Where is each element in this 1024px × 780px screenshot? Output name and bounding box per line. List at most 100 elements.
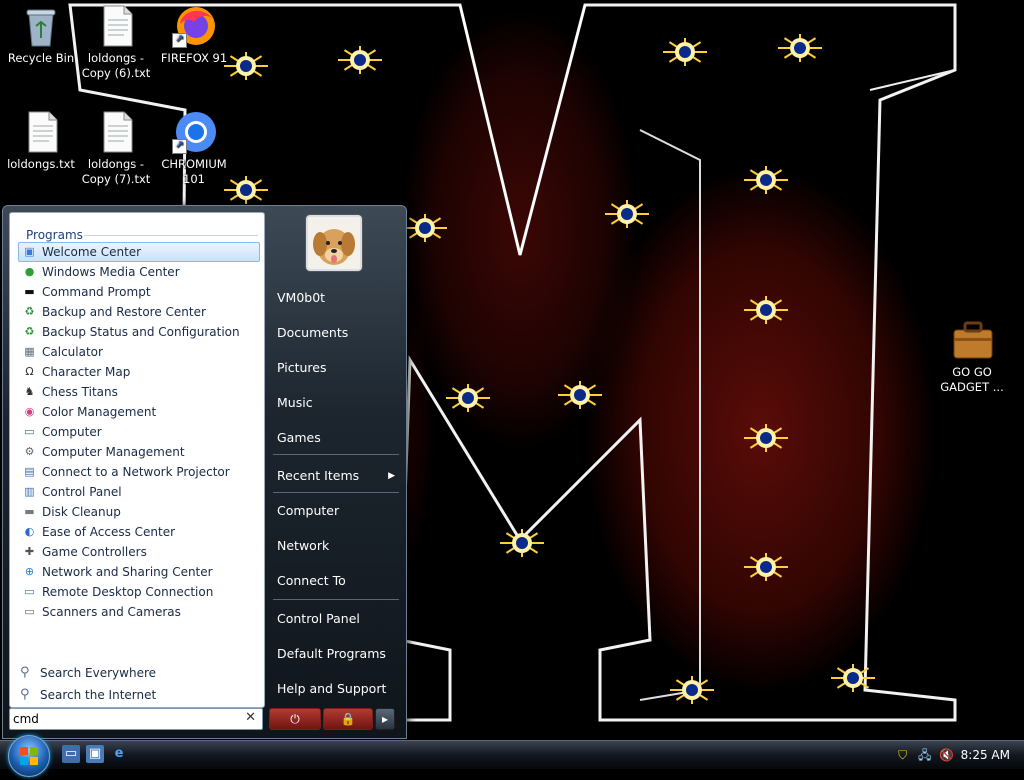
lock-button[interactable]: 🔒	[323, 708, 373, 730]
desktop-icon-text-file[interactable]: loldongs - Copy (7).txt	[75, 110, 157, 187]
power-options-button[interactable]: ▸	[375, 708, 395, 730]
start-search-input[interactable]	[13, 711, 233, 727]
notification-area: ⛉ 🖧 🔇 8:25 AM	[884, 741, 1024, 769]
network-link[interactable]: Network	[269, 530, 401, 562]
start-search-box[interactable]: ✕	[9, 708, 263, 730]
computer-icon: ▭	[24, 425, 35, 438]
computer-link[interactable]: Computer	[269, 495, 401, 527]
program-item[interactable]: ♻ Backup Status and Configuration	[18, 322, 260, 342]
program-item[interactable]: ● Windows Media Center	[18, 262, 260, 282]
program-item[interactable]: ♻ Backup and Restore Center	[18, 302, 260, 322]
program-item[interactable]: ✚ Game Controllers	[18, 542, 260, 562]
network-icon[interactable]: 🖧	[917, 747, 933, 763]
control-panel-link[interactable]: Control Panel	[269, 603, 401, 635]
network-projector-icon: ▤	[24, 465, 35, 478]
program-label: Game Controllers	[42, 545, 147, 559]
desktop-icon-recycle-bin[interactable]: Recycle Bin	[0, 4, 82, 66]
character-map-icon: Ω	[25, 365, 34, 378]
program-item[interactable]: ◐ Ease of Access Center	[18, 522, 260, 542]
chromium-icon: ↗	[172, 110, 216, 154]
program-item[interactable]: ♞ Chess Titans	[18, 382, 260, 402]
internet-explorer-icon[interactable]: e	[110, 745, 128, 763]
search-icon: ⚲	[20, 687, 30, 702]
control-panel-label: Control Panel	[277, 611, 360, 626]
remote-desktop-icon: ▭	[24, 585, 35, 598]
program-item[interactable]: ▦ Calculator	[18, 342, 260, 362]
program-label: Color Management	[42, 405, 157, 419]
program-item[interactable]: ▣ Welcome Center	[18, 242, 260, 262]
network-sharing-icon: ⊕	[24, 565, 35, 578]
program-item[interactable]: ▭ Computer	[18, 422, 260, 442]
quick-launch: ▭ ▣ e	[62, 745, 128, 765]
program-label: Backup and Restore Center	[42, 305, 206, 319]
program-item[interactable]: ▥ Control Panel	[18, 482, 260, 502]
programs-header: Programs	[26, 228, 83, 242]
desktop-icon-text-file[interactable]: loldongs.txt	[0, 110, 82, 172]
program-label: Ease of Access Center	[42, 525, 176, 539]
program-item[interactable]: ▬ Command Prompt	[18, 282, 260, 302]
text-file-icon	[19, 110, 63, 154]
calculator-icon: ▦	[24, 345, 35, 358]
color-management-icon: ◉	[24, 405, 35, 418]
volume-muted-icon[interactable]: 🔇	[939, 747, 955, 763]
start-button[interactable]	[8, 735, 50, 777]
windows-update-icon[interactable]: ⛉	[895, 747, 911, 763]
program-label: Control Panel	[42, 485, 122, 499]
show-desktop-icon[interactable]: ▭	[62, 745, 80, 763]
program-item[interactable]: ▭ Scanners and Cameras	[18, 602, 260, 622]
starburst	[744, 553, 788, 581]
program-item[interactable]: ⊕ Network and Sharing Center	[18, 562, 260, 582]
power-controls: ⏻ 🔒 ▸	[269, 708, 395, 730]
divider	[273, 454, 399, 455]
user-folder-link[interactable]: VM0b0t	[269, 282, 401, 314]
games-link[interactable]: Games	[269, 422, 401, 454]
clock[interactable]: 8:25 AM	[961, 748, 1010, 762]
program-item[interactable]: ◉ Color Management	[18, 402, 260, 422]
help-support-link[interactable]: Help and Support	[269, 673, 401, 705]
program-item[interactable]: ▭ Remote Desktop Connection	[18, 582, 260, 602]
pictures-link[interactable]: Pictures	[269, 352, 401, 384]
games-label: Games	[277, 430, 321, 445]
desktop-icon-gadget[interactable]: GO GO GADGET ...	[931, 318, 1013, 395]
starburst	[446, 384, 490, 412]
taskbar: ▭ ▣ e ⛉ 🖧 🔇 8:25 AM	[0, 735, 1024, 777]
user-avatar[interactable]	[306, 215, 362, 271]
desktop-icon-text-file[interactable]: loldongs - Copy (6).txt	[75, 4, 157, 81]
pictures-label: Pictures	[277, 360, 327, 375]
search-everywhere-link[interactable]: ⚲ Search Everywhere	[20, 662, 156, 684]
program-item[interactable]: ⚙ Computer Management	[18, 442, 260, 462]
starburst	[744, 166, 788, 194]
program-list: ▣ Welcome Center ● Windows Media Center ▬ Com…	[18, 242, 260, 622]
desktop-icon-chromium[interactable]: ↗ CHROMIUM 101	[153, 110, 235, 187]
program-item[interactable]: ▤ Connect to a Network Projector	[18, 462, 260, 482]
music-label: Music	[277, 395, 313, 410]
switch-windows-icon[interactable]: ▣	[86, 745, 104, 763]
desktop-icon-label: loldongs.txt	[7, 157, 75, 171]
network-label: Network	[277, 538, 330, 553]
connect-to-link[interactable]: Connect To	[269, 565, 401, 597]
desktop-icon-firefox[interactable]: ↗ FIREFOX 91	[153, 4, 235, 66]
recent-items-label: Recent Items	[277, 468, 360, 483]
search-link-label: Search the Internet	[40, 688, 157, 702]
control-panel-icon: ▥	[24, 485, 35, 498]
program-label: Command Prompt	[42, 285, 151, 299]
divider	[84, 235, 258, 236]
program-label: Chess Titans	[42, 385, 118, 399]
search-internet-link[interactable]: ⚲ Search the Internet	[20, 684, 156, 706]
program-label: Welcome Center	[42, 245, 142, 259]
program-item[interactable]: ▬ Disk Cleanup	[18, 502, 260, 522]
program-item[interactable]: Ω Character Map	[18, 362, 260, 382]
divider	[273, 492, 399, 493]
documents-link[interactable]: Documents	[269, 317, 401, 349]
music-link[interactable]: Music	[269, 387, 401, 419]
starburst	[778, 34, 822, 62]
ease-of-access-icon: ◐	[24, 525, 35, 538]
computer-management-icon: ⚙	[24, 445, 35, 458]
desktop-icon-label: GO GO GADGET ...	[940, 365, 1004, 394]
power-button[interactable]: ⏻	[269, 708, 321, 730]
recent-items-link[interactable]: Recent Items ▶	[269, 460, 401, 492]
clear-search-icon[interactable]: ✕	[245, 710, 256, 725]
submenu-arrow-icon: ▶	[388, 471, 395, 481]
default-programs-link[interactable]: Default Programs	[269, 638, 401, 670]
text-file-icon	[94, 110, 138, 154]
